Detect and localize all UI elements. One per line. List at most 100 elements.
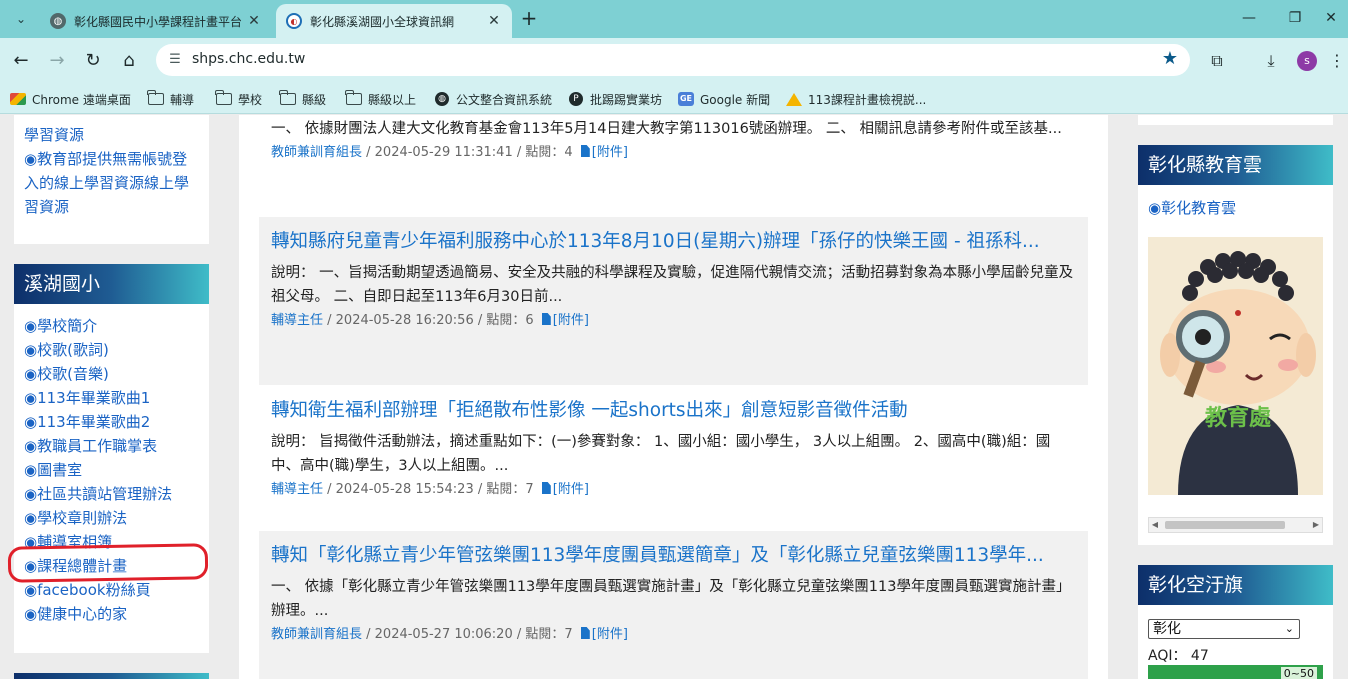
news-author-link[interactable]: 教師兼訓育組長: [271, 145, 362, 160]
link-facebook-page[interactable]: ◉facebook粉絲頁: [24, 578, 199, 602]
folder-icon: [147, 90, 164, 106]
scroll-right-icon[interactable]: ▶: [1310, 518, 1322, 532]
link-reading-station-rules[interactable]: ◉社區共讀站管理辦法: [24, 482, 199, 506]
bookmark-folder-above-county[interactable]: 縣級以上: [345, 90, 417, 108]
news-date-views: / 2024-05-28 16:20:56 / 點閱：6: [323, 313, 534, 328]
link-library[interactable]: ◉圖書室: [24, 458, 199, 482]
bookmark-star-icon[interactable]: ★: [1162, 48, 1178, 69]
profile-avatar[interactable]: s: [1297, 51, 1317, 71]
p-icon: P: [568, 92, 584, 106]
address-bar[interactable]: ☰ shps.chc.edu.tw ★: [156, 44, 1190, 76]
bookmark-document-system[interactable]: ◍ 公文整合資訊系統: [434, 90, 552, 108]
bookmark-label: 公文整合資訊系統: [456, 92, 553, 107]
news-date-views: / 2024-05-29 11:31:41 / 點閱：4: [362, 145, 573, 160]
home-button[interactable]: ⌂: [116, 48, 142, 74]
image-horizontal-scrollbar[interactable]: ◀ ▶: [1148, 517, 1323, 533]
aqi-level-bar: 0~50: [1148, 665, 1323, 679]
link-curriculum-plan[interactable]: ◉課程總體計畫: [24, 554, 199, 578]
attachment-link[interactable]: [附件]: [592, 145, 628, 160]
close-icon[interactable]: ✕: [246, 13, 262, 29]
news-item: 轉知「彰化縣立青少年管弦樂團113學年度團員甄選簡章」及「彰化縣立兒童弦樂團11…: [259, 531, 1088, 679]
attachment-link[interactable]: [附件]: [553, 482, 589, 497]
menu-button[interactable]: ⋮: [1328, 48, 1346, 74]
news-item: 轉知縣府兒童青少年福利服務中心於113年8月10日(星期六)辦理「孫仔的快樂王國…: [259, 217, 1088, 385]
downloads-button[interactable]: ⤓: [1258, 48, 1284, 74]
chevron-down-icon: ⌄: [1284, 622, 1294, 635]
bookmark-label: 縣級以上: [368, 92, 417, 107]
scrollbar-thumb[interactable]: [1165, 521, 1285, 529]
bookmark-ptt[interactable]: P 批踢踢實業坊: [568, 90, 662, 108]
bookmark-folder-county[interactable]: 縣級: [279, 90, 326, 108]
news-item: 轉知衛生福利部辦理「拒絕散布性影像 一起shorts出來」創意短影音徵件活動 說…: [259, 386, 1088, 530]
forward-button[interactable]: →: [44, 48, 70, 74]
news-author-link[interactable]: 輔導主任: [271, 313, 323, 328]
tab-search-button[interactable]: ⌄: [8, 6, 34, 32]
news-author-link[interactable]: 教師兼訓育組長: [271, 627, 362, 642]
attachment-link[interactable]: [附件]: [553, 313, 589, 328]
education-cloud-link[interactable]: ◉彰化教育雲: [1138, 185, 1333, 218]
link-graduation-song-1[interactable]: ◉113年畢業歌曲1: [24, 386, 199, 410]
aqi-readout: AQI： 47: [1148, 648, 1209, 664]
browser-toolbar: ← → ↻ ⌂ ☰ shps.chc.edu.tw ★ ⧉ ⤓ s ⋮: [0, 38, 1348, 84]
news-meta: 教師兼訓育組長 / 2024-05-29 11:31:41 / 點閱：4 [附件…: [271, 143, 1076, 163]
link-school-song-lyrics[interactable]: ◉校歌(歌詞): [24, 338, 199, 362]
bookmark-course-plan[interactable]: 113課程計畫檢視説...: [786, 90, 926, 108]
news-title-link[interactable]: 轉知衛生福利部辦理「拒絕散布性影像 一起shorts出來」創意短影音徵件活動: [271, 398, 1076, 424]
link-school-regulations[interactable]: ◉學校章則辦法: [24, 506, 199, 530]
link-counseling-album[interactable]: ◉輔導室相簿: [24, 530, 199, 554]
bookmark-chrome-remote-desktop[interactable]: Chrome 遠端桌面: [10, 90, 131, 108]
back-button[interactable]: ←: [8, 48, 34, 74]
home-icon: ⌂: [123, 50, 135, 71]
folder-icon: [279, 90, 296, 106]
aqi-range-label: 0~50: [1280, 667, 1317, 679]
reload-button[interactable]: ↻: [80, 48, 106, 74]
tab-curriculum-platform[interactable]: ◍ 彰化縣國民中小學課程計畫平台 ✕: [40, 4, 272, 38]
restore-button[interactable]: ❐: [1278, 6, 1312, 30]
bookmark-folder-school[interactable]: 學校: [215, 90, 262, 108]
arrow-left-icon: ←: [13, 50, 29, 71]
bookmark-google-news[interactable]: GE Google 新聞: [678, 90, 770, 108]
education-cloud-panel: 彰化縣教育雲 ◉彰化教育雲 教育處 ◀ ▶: [1138, 145, 1333, 545]
station-select[interactable]: 彰化 ⌄: [1148, 619, 1300, 639]
url-text[interactable]: shps.chc.edu.tw: [192, 51, 305, 67]
minimize-icon: —: [1242, 10, 1256, 26]
document-icon: [541, 482, 551, 494]
site-info-icon[interactable]: ☰: [166, 51, 184, 69]
news-date-views: / 2024-05-27 10:06:20 / 點閱：7: [362, 627, 573, 642]
panel-title-strip: [14, 673, 209, 679]
scroll-left-icon[interactable]: ◀: [1149, 518, 1161, 532]
new-tab-button[interactable]: +: [518, 8, 540, 30]
xihu-school-panel: 溪湖國小 ◉學校簡介 ◉校歌(歌詞) ◉校歌(音樂) ◉113年畢業歌曲1 ◉1…: [14, 264, 209, 653]
download-icon: ⤓: [1267, 51, 1275, 70]
attachment-link[interactable]: [附件]: [592, 627, 628, 642]
panel-title: 彰化空汙旗: [1138, 565, 1333, 605]
extensions-button[interactable]: ⧉: [1204, 48, 1230, 74]
news-author-link[interactable]: 輔導主任: [271, 482, 323, 497]
news-title-link[interactable]: 轉知縣府兒童青少年福利服務中心於113年8月10日(星期六)辦理「孫仔的快樂王國…: [271, 229, 1076, 255]
globe-icon: ◍: [50, 13, 66, 29]
close-window-button[interactable]: ✕: [1314, 6, 1348, 30]
link-school-song-music[interactable]: ◉校歌(音樂): [24, 362, 199, 386]
education-bureau-mascot-image[interactable]: 教育處: [1148, 237, 1323, 495]
learning-resources-link[interactable]: 學習資源: [24, 123, 199, 147]
link-staff-duties[interactable]: ◉教職員工作職掌表: [24, 434, 199, 458]
link-school-intro[interactable]: ◉學校簡介: [24, 314, 199, 338]
bookmark-folder-guidance[interactable]: 輔導: [147, 90, 194, 108]
next-panel-header: [14, 673, 209, 679]
close-icon[interactable]: ✕: [486, 13, 502, 29]
google-drive-icon: [786, 92, 802, 106]
moe-online-resources-link[interactable]: ◉教育部提供無需帳號登入的線上學習資源線上學習資源: [24, 147, 199, 219]
link-health-center[interactable]: ◉健康中心的家: [24, 602, 199, 626]
news-title-link[interactable]: 轉知「彰化縣立青少年管弦樂團113學年度團員甄選簡章」及「彰化縣立兒童弦樂團11…: [271, 543, 1076, 569]
tab-xihu-school[interactable]: ◐ 彰化縣溪湖國小全球資訊網 ✕: [276, 4, 512, 38]
minimize-button[interactable]: —: [1232, 6, 1266, 30]
mascot-caption: 教育處: [1205, 405, 1271, 431]
station-select-value: 彰化: [1153, 621, 1181, 637]
news-meta: 輔導主任 / 2024-05-28 15:54:23 / 點閱：7 [附件]: [271, 480, 1076, 500]
close-icon: ✕: [1325, 10, 1337, 26]
news-list: 一、 依據財團法人建大文化教育基金會113年5月14日建大教字第113016號函…: [239, 115, 1108, 679]
news-description: 一、 依據財團法人建大文化教育基金會113年5月14日建大教字第113016號函…: [271, 121, 1062, 137]
link-graduation-song-2[interactable]: ◉113年畢業歌曲2: [24, 410, 199, 434]
news-description: 說明： 旨揭徵件活動辦法，摘述重點如下：(一)參賽對象： 1、國小組：國小學生，…: [271, 434, 1051, 474]
document-icon: [541, 313, 551, 325]
